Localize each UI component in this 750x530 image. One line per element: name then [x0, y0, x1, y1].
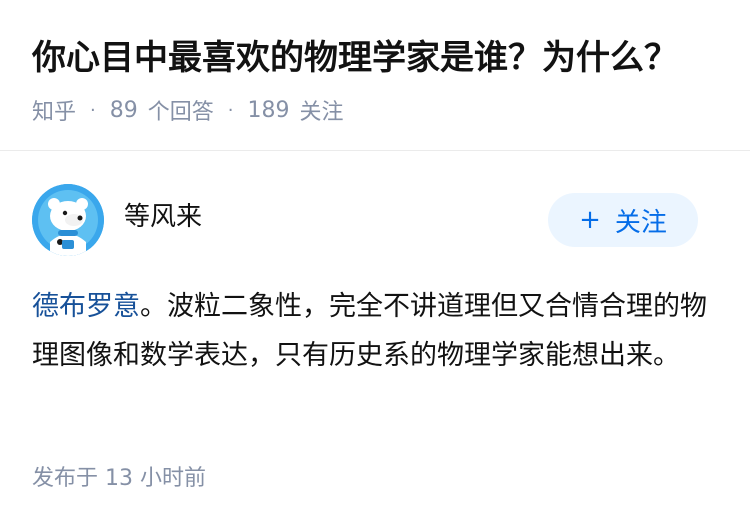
publish-prefix: 发布于 [32, 466, 99, 491]
polar-bear-avatar-icon[interactable] [32, 184, 104, 256]
follower-count-label: 关注 [299, 100, 344, 125]
zhihu-answer-page: 你心目中最喜欢的物理学家是谁？为什么？ 知乎 · 89 个回答 · 189 关注 [0, 0, 750, 530]
section-divider [0, 150, 750, 151]
publish-time: 发布于 13 小时前 [32, 462, 206, 496]
question-meta: 知乎 · 89 个回答 · 189 关注 [32, 92, 344, 128]
follow-button-label: 关注 [614, 207, 667, 238]
physicist-link[interactable]: 德布罗意 [32, 291, 140, 322]
author-name[interactable]: 等风来 [124, 198, 202, 236]
meta-separator: · [227, 99, 234, 121]
answer-count: 89 [109, 97, 138, 123]
site-name-link[interactable]: 知乎 [32, 94, 76, 126]
plus-icon: + [579, 205, 601, 235]
follower-count: 189 [247, 97, 290, 123]
publish-time-value: 13 小时前 [105, 466, 207, 491]
answer-content[interactable]: 德布罗意。波粒二象性，完全不讲道理但又合情合理的物理图像和数学表达，只有历史系的… [32, 282, 722, 380]
meta-separator: · [90, 99, 96, 121]
answer-count-label: 个回答 [147, 100, 214, 125]
follow-button[interactable]: + 关注 [548, 193, 698, 247]
question-title[interactable]: 你心目中最喜欢的物理学家是谁？为什么？ [32, 34, 722, 82]
avatar-illustration [32, 184, 104, 256]
